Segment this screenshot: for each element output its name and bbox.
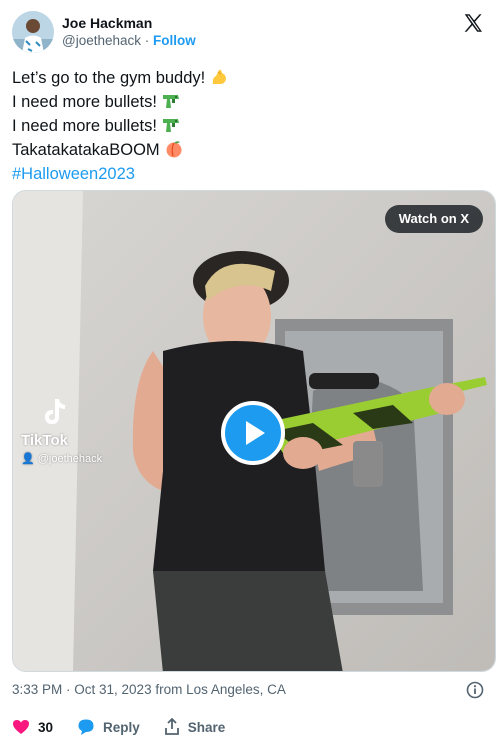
tweet-meta: 3:33 PM · Oct 31, 2023 from Los Angeles,… [12, 680, 488, 700]
tweet-header: Joe Hackman @joethehack · Follow [12, 10, 488, 54]
water-pistol-emoji-icon [162, 95, 179, 108]
share-label: Share [187, 719, 226, 735]
share-button[interactable]: Share [164, 718, 226, 736]
tiktok-handle: @joethehack [37, 453, 103, 465]
avatar[interactable] [12, 11, 54, 53]
tweet-line: I need more bullets! [12, 90, 488, 114]
tweet-text: Let’s go to the gym buddy! I need more b… [12, 66, 488, 186]
like-count: 30 [38, 719, 54, 735]
flexed-biceps-emoji-icon [213, 69, 227, 84]
reply-label: Reply [103, 719, 140, 735]
tiktok-icon [45, 399, 65, 424]
share-icon [164, 718, 179, 735]
tiktok-handle-line: 👤 @joethehack [21, 452, 102, 465]
info-icon[interactable] [466, 681, 484, 699]
tweet-line-text: I need more bullets! [12, 117, 157, 135]
author-name[interactable]: Joe Hackman [62, 14, 196, 32]
watch-on-x-button[interactable]: Watch on X [384, 205, 483, 233]
video-media[interactable]: Watch on X TikTok 👤 @joethehack [12, 190, 496, 672]
tiktok-label: TikTok [21, 432, 68, 449]
tweet-line-text: Let’s go to the gym buddy! [12, 69, 206, 87]
tweet-line: TakatakatakaBOOM [12, 138, 488, 162]
like-button[interactable]: 30 [12, 719, 53, 735]
water-pistol-emoji-icon [162, 119, 179, 132]
peach-emoji-icon [166, 141, 182, 158]
play-icon [246, 421, 265, 445]
reply-button[interactable]: Reply [77, 718, 140, 736]
hashtag-link[interactable]: #Halloween2023 [12, 162, 488, 186]
tweet-line: I need more bullets! [12, 114, 488, 138]
timestamp[interactable]: 3:33 PM · Oct 31, 2023 from Los Angeles,… [12, 682, 286, 697]
tweet-line: Let’s go to the gym buddy! [12, 66, 488, 90]
tweet-actions: 30 Reply Share [12, 716, 488, 738]
play-button[interactable] [221, 401, 285, 465]
user-icon: 👤 [21, 453, 35, 465]
heart-icon [13, 720, 29, 734]
tweet-line-text: TakatakatakaBOOM [12, 141, 160, 159]
tiktok-watermark: TikTok 👤 @joethehack [21, 397, 102, 465]
reply-bubble-icon [78, 719, 94, 735]
x-logo-icon[interactable] [462, 12, 484, 34]
follow-button[interactable]: Follow [153, 33, 196, 48]
author-block: Joe Hackman @joethehack · Follow [62, 14, 196, 50]
separator: · [141, 33, 154, 48]
tweet-line-text: I need more bullets! [12, 93, 157, 111]
handle-line: @joethehack · Follow [62, 32, 196, 50]
author-handle[interactable]: @joethehack [62, 33, 141, 48]
